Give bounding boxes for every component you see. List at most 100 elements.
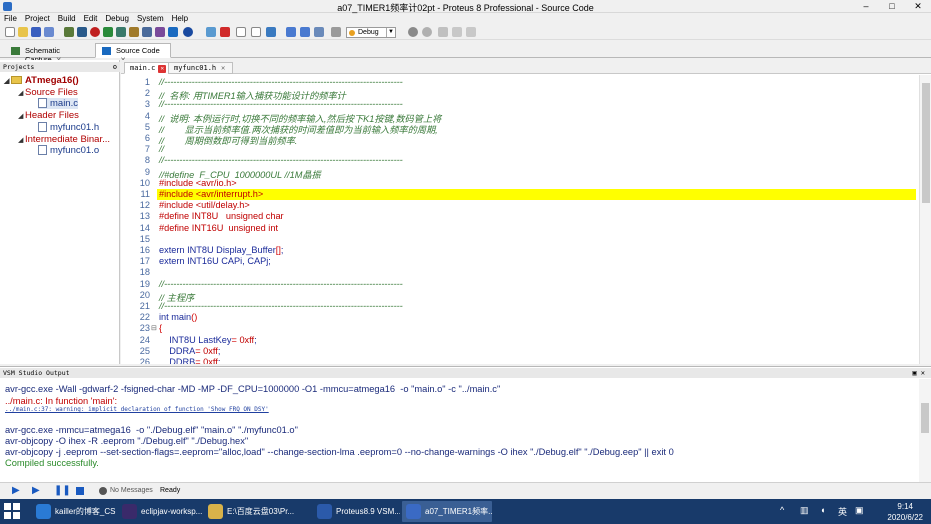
build-icon[interactable] bbox=[286, 27, 296, 37]
code-line[interactable]: //--------------------------------------… bbox=[159, 301, 403, 311]
library-icon[interactable] bbox=[103, 27, 113, 37]
cut-icon[interactable] bbox=[438, 27, 448, 37]
taskbar-item[interactable]: a07_TIMER1频率... bbox=[402, 501, 492, 522]
code-line[interactable]: #include <avr/io.h> bbox=[159, 178, 237, 188]
projects-header: Projects ʘ bbox=[0, 62, 120, 72]
stop-icon[interactable] bbox=[90, 27, 100, 37]
code-line[interactable]: extern INT8U Display_Buffer[]; bbox=[159, 245, 283, 255]
file-icon bbox=[38, 98, 47, 108]
gerber-icon[interactable] bbox=[129, 27, 139, 37]
code-line[interactable]: // 周期倒数即可得到当前频率. bbox=[159, 133, 297, 147]
taskbar-item[interactable]: kailler的博客_CS... bbox=[32, 501, 116, 522]
fold-toggle-icon[interactable]: ⊟ bbox=[151, 324, 157, 332]
code-line[interactable]: // bbox=[159, 144, 164, 154]
bom-icon[interactable] bbox=[142, 27, 152, 37]
code-line[interactable]: { bbox=[159, 323, 162, 333]
code-line[interactable]: DDRB= 0xff; bbox=[159, 357, 220, 364]
code-line[interactable]: extern INT16U CAPi, CAPj; bbox=[159, 256, 271, 266]
code-line[interactable]: #include <util/delay.h> bbox=[159, 200, 250, 210]
scrollbar-thumb[interactable] bbox=[921, 403, 929, 433]
network-icon[interactable]: ▥ bbox=[800, 505, 809, 516]
delete-icon[interactable] bbox=[220, 27, 230, 37]
tree-intermediate-binaries[interactable]: ◢ Intermediate Binar... bbox=[18, 134, 110, 145]
taskbar-item[interactable]: eclipjav-worksp... bbox=[118, 501, 202, 522]
tree-root-atmega16[interactable]: ◢ ATmega16() bbox=[4, 75, 79, 86]
scrollbar-thumb[interactable] bbox=[922, 83, 930, 203]
code-line[interactable]: #define INT16U unsigned int bbox=[159, 223, 278, 233]
configuration-select[interactable]: Debug ▼ bbox=[346, 27, 396, 38]
tree-header-files[interactable]: ◢ Header Files bbox=[18, 110, 79, 121]
tray-chevron-icon[interactable]: ^ bbox=[780, 505, 784, 515]
pause-icon[interactable]: ❚❚ bbox=[54, 486, 71, 496]
close-button[interactable]: ✕ bbox=[905, 0, 931, 13]
add-file-icon[interactable] bbox=[251, 27, 261, 37]
code-token: int main bbox=[159, 312, 192, 323]
source-code-icon[interactable] bbox=[168, 27, 178, 37]
output-scrollbar[interactable] bbox=[919, 379, 931, 483]
save-icon[interactable] bbox=[31, 27, 41, 37]
ime-indicator[interactable]: 英 bbox=[838, 505, 847, 518]
project-settings-icon[interactable] bbox=[331, 27, 341, 37]
start-icon[interactable] bbox=[3, 502, 25, 522]
tree-file-myfunc01-h[interactable]: myfunc01.h bbox=[38, 122, 99, 133]
code-line[interactable]: INT8U LastKey= 0xff; bbox=[159, 335, 256, 345]
pcb-icon[interactable] bbox=[116, 27, 126, 37]
taskbar-item[interactable]: E:\百度云盘03\Pr... bbox=[204, 501, 311, 522]
taskbar-item[interactable]: Proteus8.9 VSM... bbox=[313, 501, 400, 522]
code-line[interactable]: //--------------------------------------… bbox=[159, 77, 403, 87]
new-doc-icon[interactable] bbox=[236, 27, 246, 37]
code-line[interactable]: DDRA= 0xff; bbox=[159, 346, 220, 356]
messages-status[interactable]: No Messages bbox=[110, 487, 153, 494]
code-token: { bbox=[159, 323, 163, 334]
new-file-icon[interactable] bbox=[5, 27, 15, 37]
tree-file-myfunc01-o[interactable]: myfunc01.o bbox=[38, 145, 99, 156]
maximize-button[interactable]: □ bbox=[879, 0, 905, 13]
tree-source-files[interactable]: ◢ Source Files bbox=[18, 87, 78, 98]
menu-build[interactable]: Build bbox=[54, 13, 80, 23]
menu-file[interactable]: File bbox=[0, 13, 21, 23]
play-icon[interactable]: ▶ bbox=[12, 486, 22, 496]
design-explorer-icon[interactable] bbox=[155, 27, 165, 37]
refresh-icon[interactable] bbox=[206, 27, 216, 37]
code-line[interactable]: int main() bbox=[159, 312, 197, 322]
stop-icon[interactable] bbox=[76, 487, 84, 495]
close-icon[interactable]: ✕ bbox=[158, 65, 167, 73]
copy-disabled-icon[interactable] bbox=[452, 27, 462, 37]
code-line[interactable]: //--------------------------------------… bbox=[159, 279, 403, 289]
tree-file-main-c[interactable]: main.c bbox=[38, 98, 78, 109]
clock[interactable]: 9:14 2020/6/22 bbox=[887, 501, 923, 523]
step-icon[interactable]: ▶ bbox=[32, 486, 42, 496]
rebuild-icon[interactable] bbox=[300, 27, 310, 37]
pin-icon[interactable]: ʘ bbox=[113, 62, 117, 72]
menu-project[interactable]: Project bbox=[21, 13, 54, 23]
code-line[interactable]: #include <avr/interrupt.h> bbox=[159, 189, 263, 199]
app-tray-icon[interactable]: ▣ bbox=[855, 505, 864, 516]
tab-source-code[interactable]: Source Code✕ bbox=[95, 43, 171, 64]
menu-edit[interactable]: Edit bbox=[80, 13, 102, 23]
code-area[interactable]: 1 //-------------------------------------… bbox=[121, 75, 918, 364]
undo-icon[interactable] bbox=[408, 27, 418, 37]
code-line[interactable]: //--------------------------------------… bbox=[159, 155, 403, 165]
code-line[interactable]: #define INT8U unsigned char bbox=[159, 211, 284, 221]
tab-schematic-capture[interactable]: Schematic Capture✕ bbox=[4, 43, 92, 64]
clean-icon[interactable] bbox=[314, 27, 324, 37]
home-icon[interactable] bbox=[64, 27, 74, 37]
menu-help[interactable]: Help bbox=[168, 13, 192, 23]
close-icon[interactable]: ✕ bbox=[219, 64, 227, 72]
editor-tab-main-c[interactable]: main.c ✕ bbox=[124, 62, 173, 74]
code-line[interactable]: //--------------------------------------… bbox=[159, 99, 403, 109]
pin-icon[interactable]: ▣ ✕ bbox=[912, 368, 925, 378]
save-all-icon[interactable] bbox=[44, 27, 54, 37]
schematic-icon[interactable] bbox=[77, 27, 87, 37]
editor-tab-myfunc01-h[interactable]: myfunc01.h ✕ bbox=[168, 62, 234, 74]
copy-icon[interactable] bbox=[266, 27, 276, 37]
editor-scrollbar[interactable] bbox=[919, 75, 931, 364]
paste-icon[interactable] bbox=[466, 27, 476, 37]
open-folder-icon[interactable] bbox=[18, 27, 28, 37]
minimize-button[interactable]: – bbox=[853, 0, 879, 13]
help-icon[interactable] bbox=[183, 27, 193, 37]
volume-icon[interactable]: ◖ bbox=[820, 505, 825, 515]
menu-debug[interactable]: Debug bbox=[101, 13, 133, 23]
redo-icon[interactable] bbox=[422, 27, 432, 37]
menu-system[interactable]: System bbox=[133, 13, 168, 23]
